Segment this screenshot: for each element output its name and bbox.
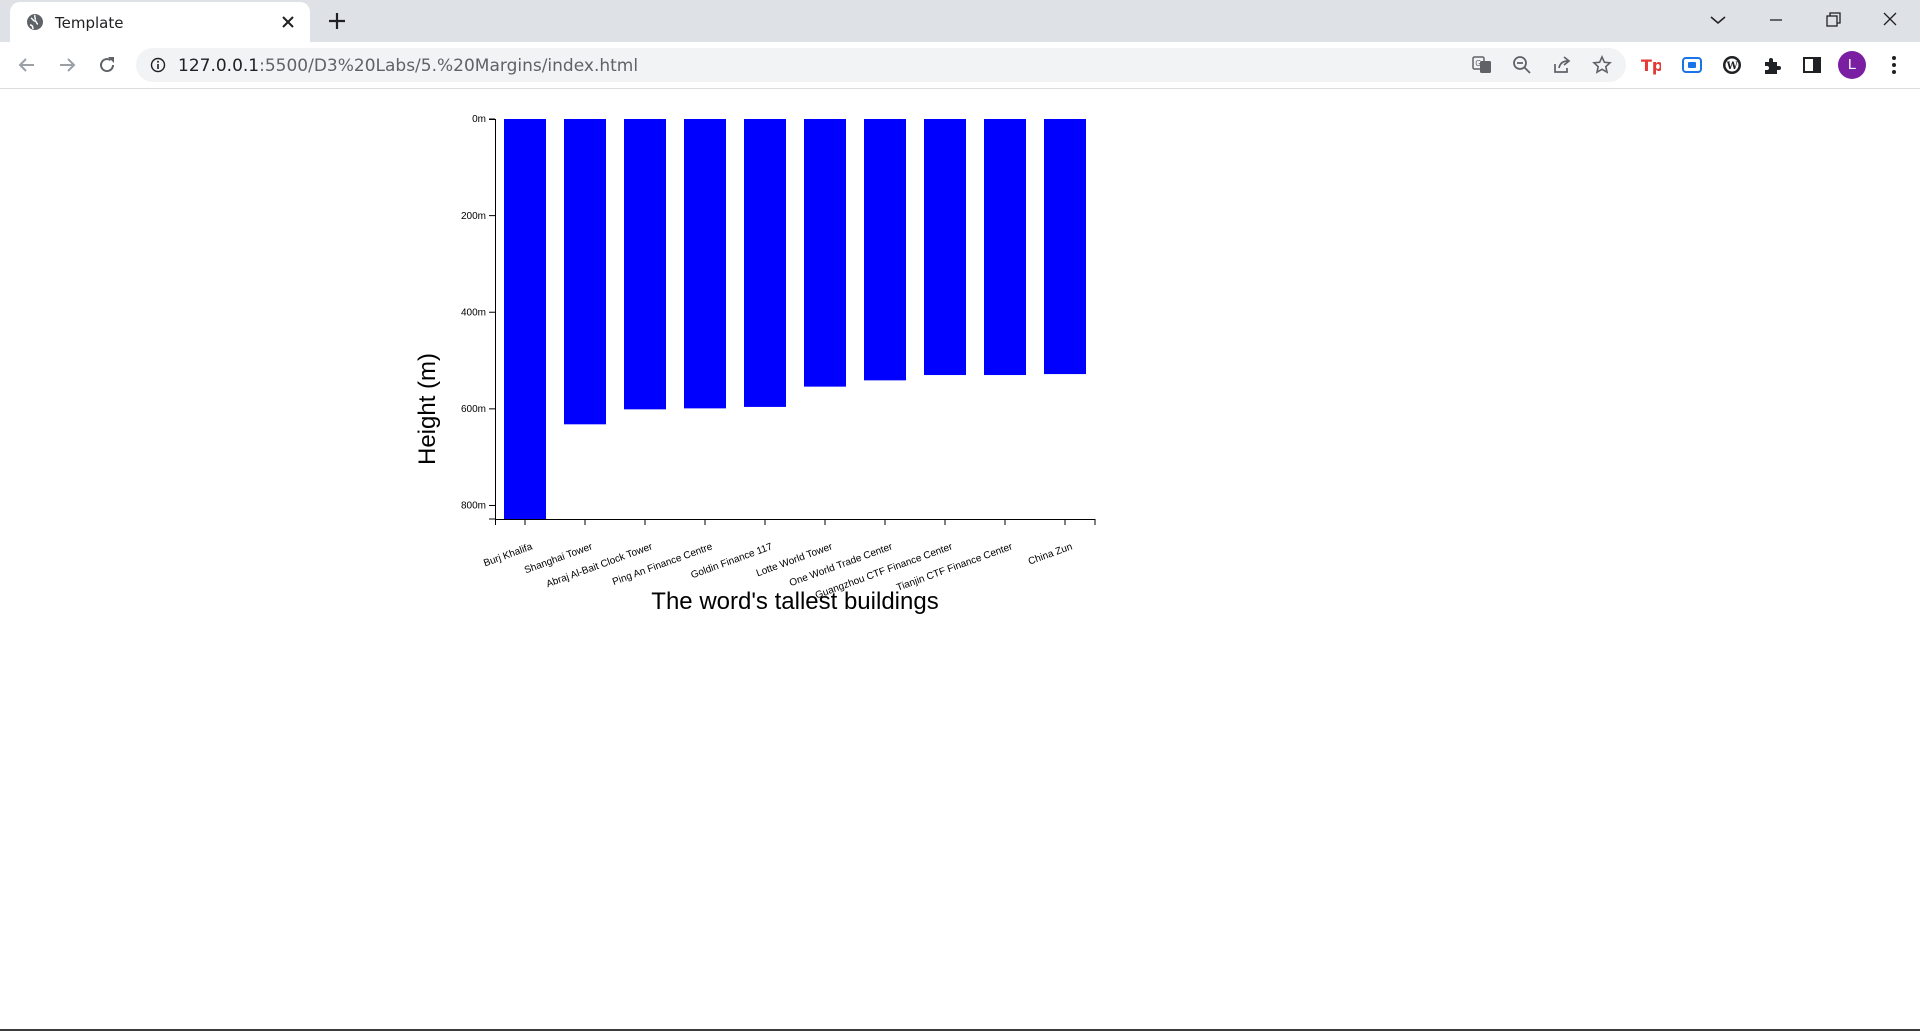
bar [864,119,906,381]
forward-arrow-icon[interactable] [55,53,79,77]
close-icon[interactable] [280,14,296,30]
tp-extension-icon[interactable]: Tp [1641,55,1661,75]
plus-icon[interactable] [326,10,348,32]
y-axis-domain [489,119,496,520]
svg-text:Tp: Tp [1641,56,1661,75]
bar [744,119,786,407]
x-tick-label: Abraj Al-Bait Clock Tower [545,541,655,590]
y-tick-label: 600m [461,404,486,415]
bar [804,119,846,387]
screen-capture-extension-icon[interactable] [1682,55,1702,75]
x-tick-label: Tianjin CTF Finance Center [895,541,1014,593]
star-icon[interactable] [1592,55,1612,75]
bar [684,119,726,409]
y-tick-label: 0m [472,114,486,125]
bar-chart: 0m200m400m600m800m Burj KhalifaShanghai … [414,114,1096,615]
profile-avatar[interactable]: L [1838,51,1866,79]
info-icon[interactable] [150,57,166,73]
close-window-icon[interactable] [1876,8,1904,32]
bar [1044,119,1086,375]
side-panel-icon[interactable] [1802,55,1822,75]
y-axis: 0m 200m 400m 600m 800m [461,114,496,520]
address-bar[interactable]: 127.0.0.1:5500/D3%20Labs/5.%20Margins/in… [136,48,1626,82]
y-tick-label: 800m [461,501,486,512]
y-tick-label: 400m [461,307,486,318]
x-axis-label: The word's tallest buildings [651,588,938,615]
reload-icon[interactable] [95,53,119,77]
bar [624,119,666,410]
chevron-down-icon[interactable] [1704,8,1732,32]
wordpress-extension-icon[interactable]: W [1722,55,1742,75]
minimize-icon[interactable] [1762,8,1790,32]
svg-text:W: W [1726,61,1739,72]
url-host: 127.0.0.1 [178,56,260,76]
bar [504,119,546,519]
y-axis-label: Height (m) [414,353,441,465]
kebab-menu-icon[interactable] [1884,54,1904,76]
translate-icon[interactable]: G [1472,55,1492,75]
svg-text:G: G [1475,59,1481,68]
back-arrow-icon[interactable] [15,53,39,77]
x-tick-label: Ping An Finance Centre [611,541,714,588]
url-text[interactable]: 127.0.0.1:5500/D3%20Labs/5.%20Margins/in… [178,56,638,76]
bar [564,119,606,425]
page-viewport: 0m 200m 400m 600m 800m Burj Khalifa Shanghai … [0,89,1920,1031]
puzzle-icon[interactable] [1762,55,1782,75]
browser-toolbar: 127.0.0.1:5500/D3%20Labs/5.%20Margins/in… [0,42,1920,89]
chart-plot-group: 0m200m400m600m800m Burj KhalifaShanghai … [461,114,1096,601]
bars-group [504,119,1086,519]
y-tick-label: 200m [461,211,486,222]
bar [984,119,1026,376]
active-tab[interactable]: Template [10,2,310,42]
share-icon[interactable] [1552,55,1572,75]
zoom-out-icon[interactable] [1512,55,1532,75]
restore-icon[interactable] [1819,8,1847,32]
url-path: :5500/D3%20Labs/5.%20Margins/index.html [259,56,639,76]
bar [924,119,966,376]
globe-icon [27,14,43,30]
x-tick-label: China Zun [1027,541,1074,567]
tab-title: Template [55,14,124,32]
tab-strip: Template [0,0,1920,42]
